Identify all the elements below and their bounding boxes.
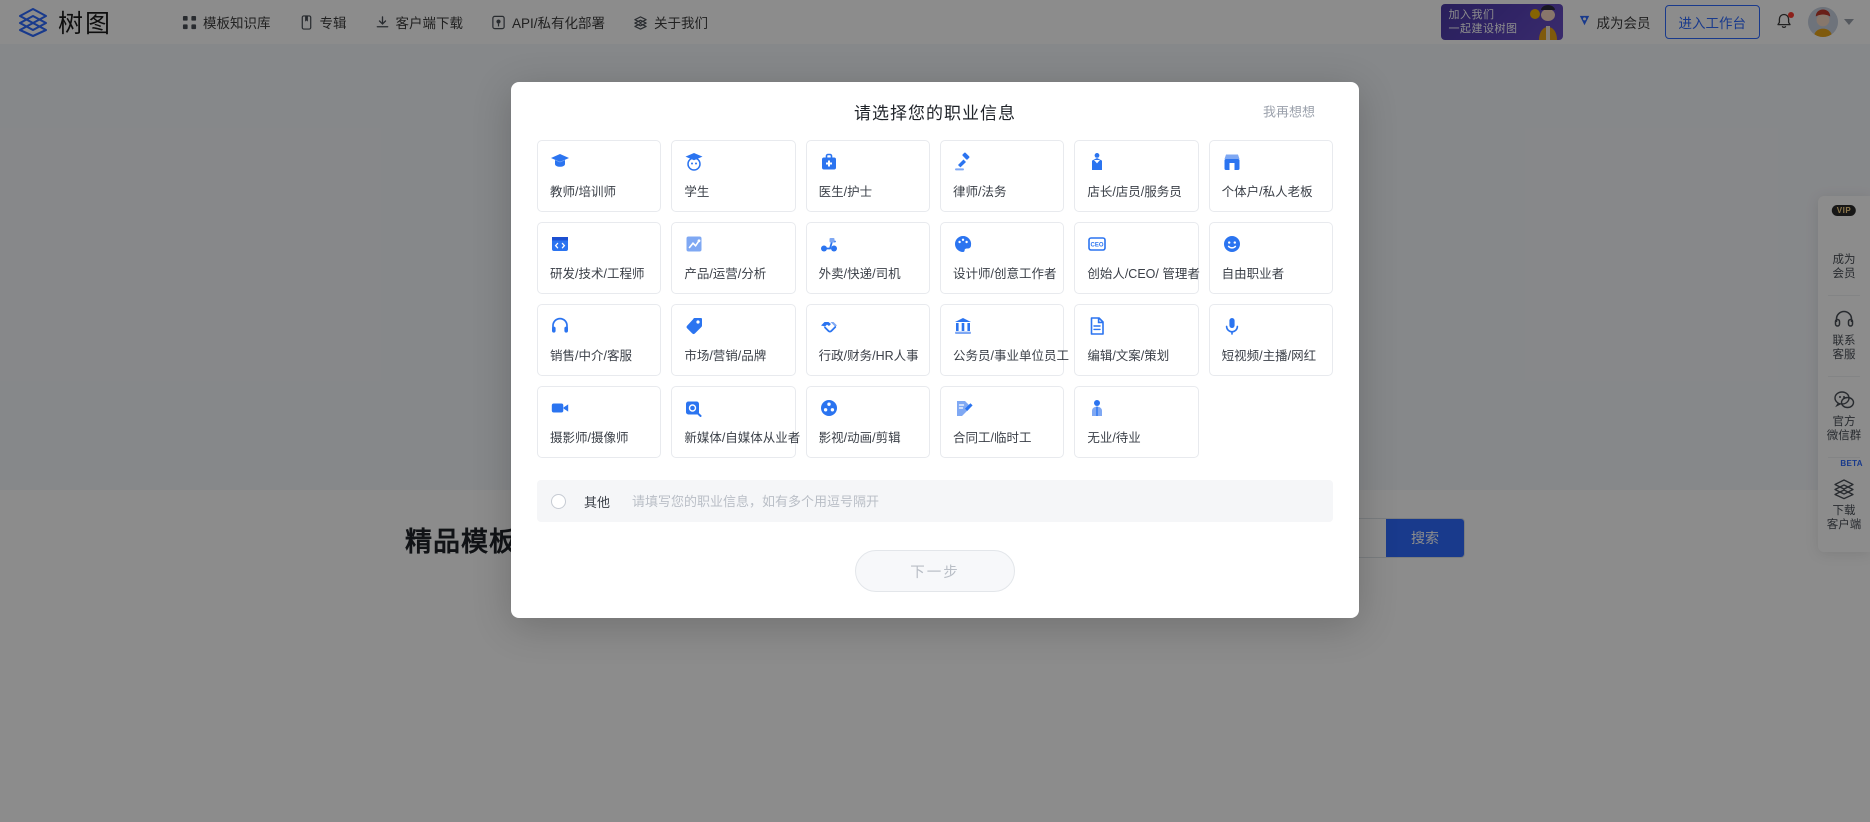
occupation-card[interactable]: 律师/法务 xyxy=(940,140,1065,212)
occupation-label: 行政/财务/HR人事 xyxy=(818,349,919,363)
occupation-card[interactable]: 影视/动画/剪辑 xyxy=(805,386,930,458)
code-window-icon xyxy=(550,237,570,258)
occupation-card[interactable]: 自由职业者 xyxy=(1208,222,1333,294)
next-step-button[interactable]: 下一步 xyxy=(855,550,1015,592)
occupation-label: 研发/技术/工程师 xyxy=(550,267,645,281)
occupation-label: 设计师/创意工作者 xyxy=(953,267,1057,281)
other-occupation-input[interactable] xyxy=(632,480,1333,522)
handshake-icon xyxy=(819,322,839,340)
app-root: 树图 模板知识库 专辑 客户端下载 API/私有化部署 关于我们 加入我们 一起… xyxy=(0,0,1870,822)
headset-icon xyxy=(550,317,570,340)
modal-overlay[interactable]: 请选择您的职业信息 我再想想 教师/培训师 学生 医生/护士 律师/法务 店长/店员/服… xyxy=(0,0,1870,822)
occupation-label: 医生/护士 xyxy=(818,185,873,199)
government-building-icon xyxy=(953,318,973,340)
occupation-card[interactable]: 教师/培训师 xyxy=(537,140,662,212)
occupation-label: 教师/培训师 xyxy=(550,185,616,199)
occupation-card[interactable]: 合同工/临时工 xyxy=(940,386,1065,458)
occupation-label: 自由职业者 xyxy=(1221,267,1285,281)
video-camera-icon xyxy=(550,403,570,422)
occupation-card[interactable]: 公务员/事业单位员工 xyxy=(940,304,1069,376)
microphone-icon xyxy=(1222,318,1242,340)
occupation-modal: 请选择您的职业信息 我再想想 教师/培训师 学生 医生/护士 律师/法务 店长/店员/服… xyxy=(511,82,1359,618)
occupation-card[interactable]: 销售/中介/客服 xyxy=(537,304,662,376)
gavel-icon xyxy=(953,152,973,176)
occupation-label: 影视/动画/剪辑 xyxy=(818,431,901,445)
shop-icon xyxy=(1222,154,1242,176)
other-occupation-row: 其他 xyxy=(537,480,1333,522)
radio-unchecked-icon[interactable] xyxy=(551,493,566,509)
occupation-label: 市场/营销/品牌 xyxy=(684,349,767,363)
occupation-label: 销售/中介/客服 xyxy=(550,349,632,363)
student-icon xyxy=(684,153,704,176)
occupation-card[interactable]: CEO 创始人/CEO/ 管理者 xyxy=(1074,222,1200,294)
occupation-label: 摄影师/摄像师 xyxy=(550,431,629,445)
tag-icon xyxy=(684,318,704,340)
occupation-label: 外卖/快递/司机 xyxy=(818,267,901,281)
occupation-label: 编辑/文案/策划 xyxy=(1087,349,1170,363)
person-icon xyxy=(1087,400,1107,422)
occupation-card[interactable]: 市场/营销/品牌 xyxy=(671,304,796,376)
ceo-badge-icon: CEO xyxy=(1087,237,1107,258)
occupation-card[interactable]: 编辑/文案/策划 xyxy=(1074,304,1199,376)
palette-icon xyxy=(953,235,973,258)
occupation-label: 短视频/主播/网红 xyxy=(1221,349,1317,363)
occupation-card[interactable]: 行政/财务/HR人事 xyxy=(805,304,930,376)
occupation-card[interactable]: 无业/待业 xyxy=(1074,386,1199,458)
smiley-icon xyxy=(1222,236,1242,258)
skip-link[interactable]: 我再想想 xyxy=(1263,102,1315,121)
modal-header: 请选择您的职业信息 我再想想 xyxy=(511,82,1359,140)
occupation-label: 店长/店员/服务员 xyxy=(1087,185,1182,199)
occupation-label: 创始人/CEO/ 管理者 xyxy=(1087,267,1200,281)
delivery-scooter-icon xyxy=(819,238,839,258)
occupation-card[interactable]: 摄影师/摄像师 xyxy=(537,386,662,458)
occupation-card[interactable]: 产品/运营/分析 xyxy=(671,222,796,294)
new-media-icon xyxy=(684,401,704,422)
graduation-cap-icon xyxy=(550,154,570,176)
chart-analysis-icon xyxy=(684,236,704,258)
other-label: 其他 xyxy=(584,494,611,510)
occupation-grid: 教师/培训师 学生 医生/护士 律师/法务 店长/店员/服务员 个体户/私人老板研发/技术… xyxy=(511,140,1359,458)
occupation-label: 合同工/临时工 xyxy=(953,431,1032,445)
waiter-icon xyxy=(1087,153,1107,176)
film-reel-icon xyxy=(819,400,839,422)
svg-text:CEO: CEO xyxy=(1091,243,1104,249)
occupation-card[interactable]: 外卖/快递/司机 xyxy=(805,222,930,294)
occupation-card[interactable]: 新媒体/自媒体从业者 xyxy=(671,386,800,458)
medical-kit-icon xyxy=(819,153,839,176)
occupation-card[interactable]: 医生/护士 xyxy=(805,140,930,212)
contract-icon xyxy=(953,401,973,422)
occupation-card[interactable]: 短视频/主播/网红 xyxy=(1208,304,1333,376)
occupation-card[interactable]: 个体户/私人老板 xyxy=(1208,140,1333,212)
modal-footer: 下一步 xyxy=(511,550,1359,592)
occupation-card[interactable]: 店长/店员/服务员 xyxy=(1074,140,1199,212)
occupation-label: 产品/运营/分析 xyxy=(684,267,767,281)
document-icon xyxy=(1087,317,1107,340)
occupation-card[interactable]: 学生 xyxy=(671,140,796,212)
occupation-label: 无业/待业 xyxy=(1087,431,1141,445)
occupation-card[interactable]: 设计师/创意工作者 xyxy=(940,222,1065,294)
occupation-label: 个体户/私人老板 xyxy=(1221,185,1313,199)
occupation-label: 公务员/事业单位员工 xyxy=(953,349,1069,363)
occupation-label: 学生 xyxy=(684,185,710,199)
modal-title: 请选择您的职业信息 xyxy=(854,103,1016,123)
occupation-label: 新媒体/自媒体从业者 xyxy=(684,431,801,445)
occupation-label: 律师/法务 xyxy=(953,185,1007,199)
occupation-card[interactable]: 研发/技术/工程师 xyxy=(537,222,662,294)
